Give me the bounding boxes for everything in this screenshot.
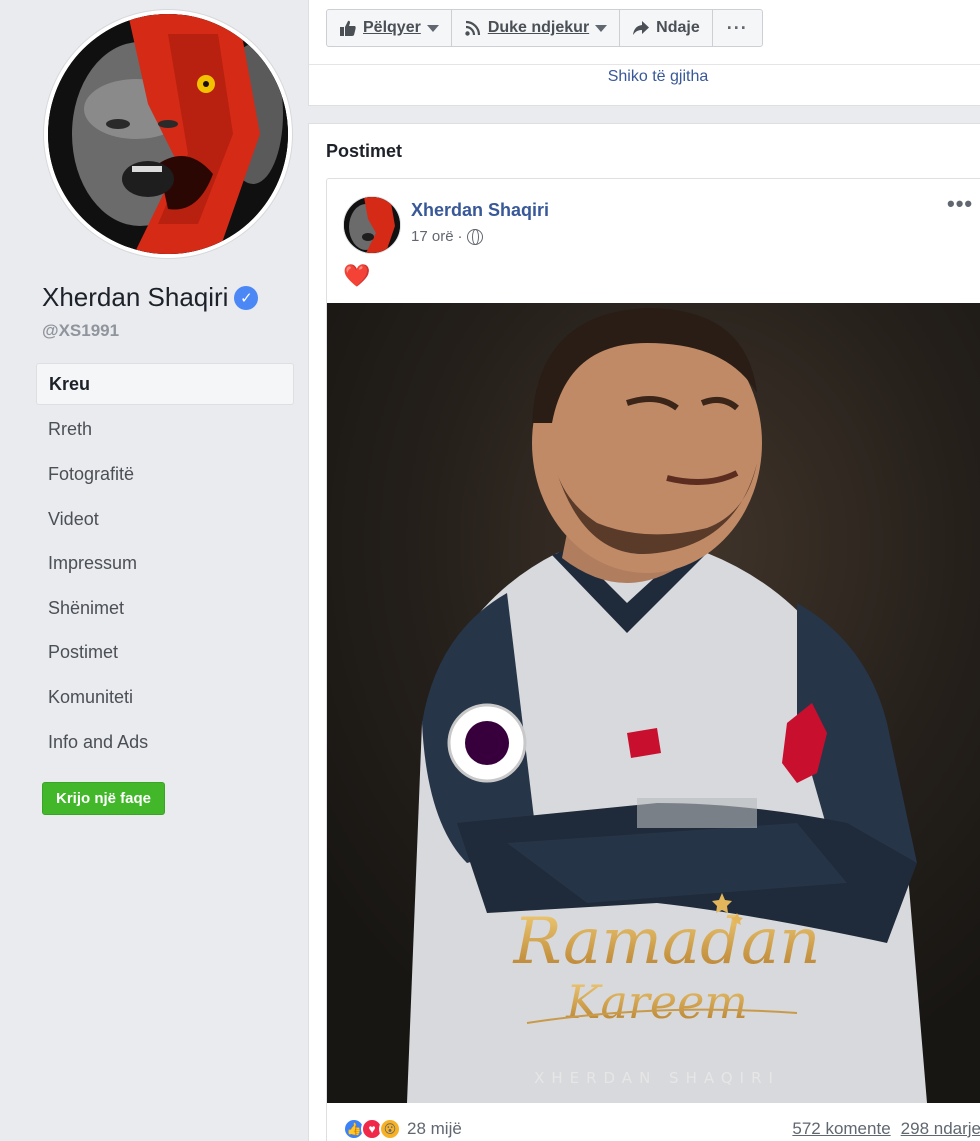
sidebar-item-komuniteti[interactable]: Komuniteti <box>36 675 294 720</box>
comments-count-link[interactable]: 572 komente <box>792 1119 890 1139</box>
page-name-text[interactable]: Xherdan Shaqiri <box>42 282 228 313</box>
share-label: Ndaje <box>656 19 700 36</box>
verified-badge-icon: ✓ <box>234 285 259 310</box>
post-meta: 17 orë · <box>411 228 483 245</box>
engagement-counts: 572 komente 298 ndarje <box>792 1119 980 1139</box>
share-arrow-icon <box>633 21 650 35</box>
sidebar-nav: Kreu Rreth Fotografitë Videot Impressum … <box>36 363 294 764</box>
sidebar-item-postimet[interactable]: Postimet <box>36 631 294 676</box>
chevron-down-icon <box>426 24 439 32</box>
image-title-line2: Kareem <box>565 975 748 1029</box>
sidebar-item-fotografite[interactable]: Fotografitë <box>36 452 294 497</box>
post-timestamp[interactable]: 17 orë <box>411 228 454 245</box>
posts-section-title: Postimet <box>326 141 403 161</box>
sidebar-item-kreu[interactable]: Kreu <box>36 363 294 405</box>
divider <box>309 64 980 65</box>
page-handle[interactable]: @XS1991 <box>42 321 119 341</box>
post-author-avatar[interactable] <box>343 196 401 254</box>
shares-count-link[interactable]: 298 ndarje <box>901 1119 980 1139</box>
thumbs-up-icon <box>340 20 356 36</box>
image-title-line1: Ramadan <box>513 905 821 979</box>
image-caption: XHERDAN SHAQIRI <box>534 1069 780 1087</box>
post-text: ❤️ <box>343 263 371 288</box>
globe-icon[interactable] <box>466 228 483 245</box>
profile-picture-image <box>48 14 288 254</box>
see-all-link[interactable]: Shiko të gjitha <box>309 68 980 86</box>
sidebar-item-videot[interactable]: Videot <box>36 497 294 542</box>
chevron-down-icon <box>595 24 608 32</box>
post-author-name[interactable]: Xherdan Shaqiri <box>411 200 549 221</box>
post-card: Xherdan Shaqiri 17 orë · ••• ❤️ Ramadan … <box>326 178 980 1141</box>
sidebar-item-impressum[interactable]: Impressum <box>36 541 294 586</box>
post-image[interactable]: Ramadan Kareem XHERDAN SHAQIRI <box>327 303 980 1103</box>
page-actions-card: Pëlqyer Duke ndjekur Ndaje ··· Shiko të … <box>308 0 980 106</box>
share-button[interactable]: Ndaje <box>620 10 713 46</box>
follow-label: Duke ndjekur <box>487 19 590 36</box>
profile-picture[interactable] <box>44 10 292 258</box>
post-options-button[interactable]: ••• <box>947 191 973 217</box>
posts-section: Postimet Xherdan Shaqiri 17 orë · ••• ❤️ <box>308 123 980 1141</box>
rss-follow-icon <box>465 20 480 36</box>
like-button[interactable]: Pëlqyer <box>327 10 452 46</box>
create-page-button[interactable]: Krijo një faqe <box>42 782 166 815</box>
follow-button[interactable]: Duke ndjekur <box>452 10 621 46</box>
reactions-bar: 👍 ♥ 😮 28 mijë 572 komente 298 ndarje <box>327 1103 980 1141</box>
left-sidebar: Xherdan Shaqiri ✓ @XS1991 Kreu Rreth Fot… <box>0 0 308 1141</box>
sidebar-item-rreth[interactable]: Rreth <box>36 408 294 453</box>
sidebar-item-shenimet[interactable]: Shënimet <box>36 586 294 631</box>
more-options-button[interactable]: ··· <box>713 10 762 46</box>
sidebar-item-info-and-ads[interactable]: Info and Ads <box>36 720 294 765</box>
like-label: Pëlqyer <box>363 19 421 36</box>
action-bar: Pëlqyer Duke ndjekur Ndaje ··· <box>326 9 763 47</box>
page-title[interactable]: Xherdan Shaqiri ✓ <box>42 282 259 313</box>
reactions-summary[interactable]: 👍 ♥ 😮 28 mijë <box>343 1118 462 1140</box>
reactions-count[interactable]: 28 mijë <box>407 1119 462 1139</box>
wow-reaction-icon: 😮 <box>379 1118 401 1140</box>
meta-separator: · <box>457 228 463 245</box>
